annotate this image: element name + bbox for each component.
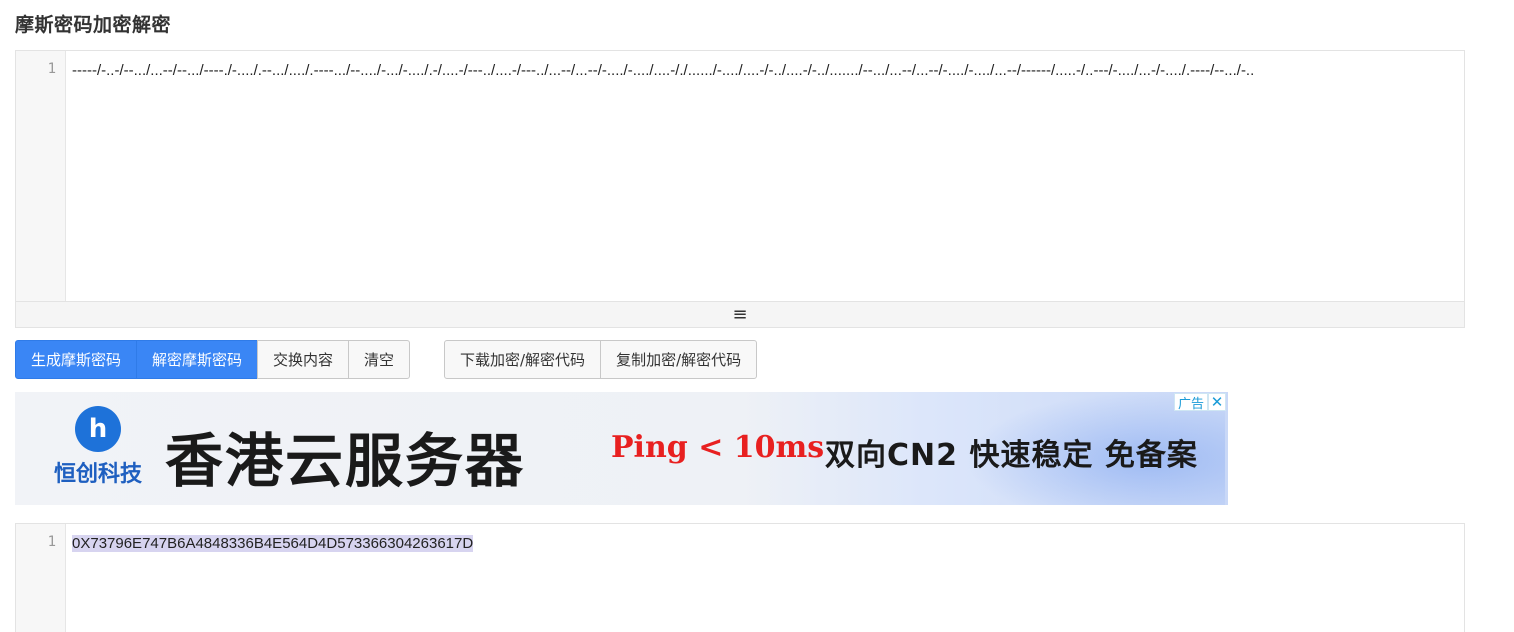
clear-button[interactable]: 清空 <box>348 340 411 379</box>
ad-ping-text: Ping < 10ms <box>611 430 825 465</box>
ad-headline: 香港云服务器 <box>165 427 526 495</box>
ad-banner[interactable]: h 恒创科技 香港云服务器 Ping < 10ms 双向CN2 快速稳定 免备案… <box>15 392 1228 505</box>
generate-morse-button[interactable]: 生成摩斯密码 <box>15 340 138 379</box>
result-output-editor[interactable]: 1 0X73796E747B6A4848336B4E564D4D57336630… <box>15 523 1465 632</box>
result-output-text[interactable]: 0X73796E747B6A4848336B4E564D4D5733663042… <box>72 530 1408 557</box>
morse-input-text[interactable]: -----/-..-/--.../...--/--.../----./-....… <box>72 57 1408 84</box>
line-number: 1 <box>47 534 56 550</box>
menu-lines-icon: ≡ <box>732 304 748 325</box>
swap-content-button[interactable]: 交换内容 <box>257 340 350 379</box>
morse-input-editor[interactable]: 1 -----/-..-/--.../...--/--.../----./-..… <box>15 50 1465 328</box>
ad-logo: h 恒创科技 <box>33 406 163 496</box>
action-button-group: 生成摩斯密码 解密摩斯密码 交换内容 清空 <box>15 340 411 379</box>
decode-morse-button[interactable]: 解密摩斯密码 <box>136 340 259 379</box>
line-number: 1 <box>47 61 56 77</box>
brand-logo-icon: h <box>75 406 121 452</box>
ad-features: 双向CN2 快速稳定 免备案 <box>825 438 1198 473</box>
download-code-button[interactable]: 下载加密/解密代码 <box>444 340 602 379</box>
ad-brand-name: 恒创科技 <box>53 462 142 487</box>
page-title: 摩斯密码加密解密 <box>15 14 172 36</box>
line-gutter: 1 <box>16 524 66 632</box>
code-button-group: 下载加密/解密代码 复制加密/解密代码 <box>444 340 758 379</box>
selected-text[interactable]: 0X73796E747B6A4848336B4E564D4D5733663042… <box>72 535 474 552</box>
resize-handle[interactable]: ≡ <box>16 301 1464 327</box>
ad-label[interactable]: 广告 <box>1173 393 1208 412</box>
copy-code-button[interactable]: 复制加密/解密代码 <box>600 340 758 379</box>
close-icon[interactable]: ✕ <box>1208 393 1226 411</box>
line-gutter: 1 <box>16 51 66 301</box>
